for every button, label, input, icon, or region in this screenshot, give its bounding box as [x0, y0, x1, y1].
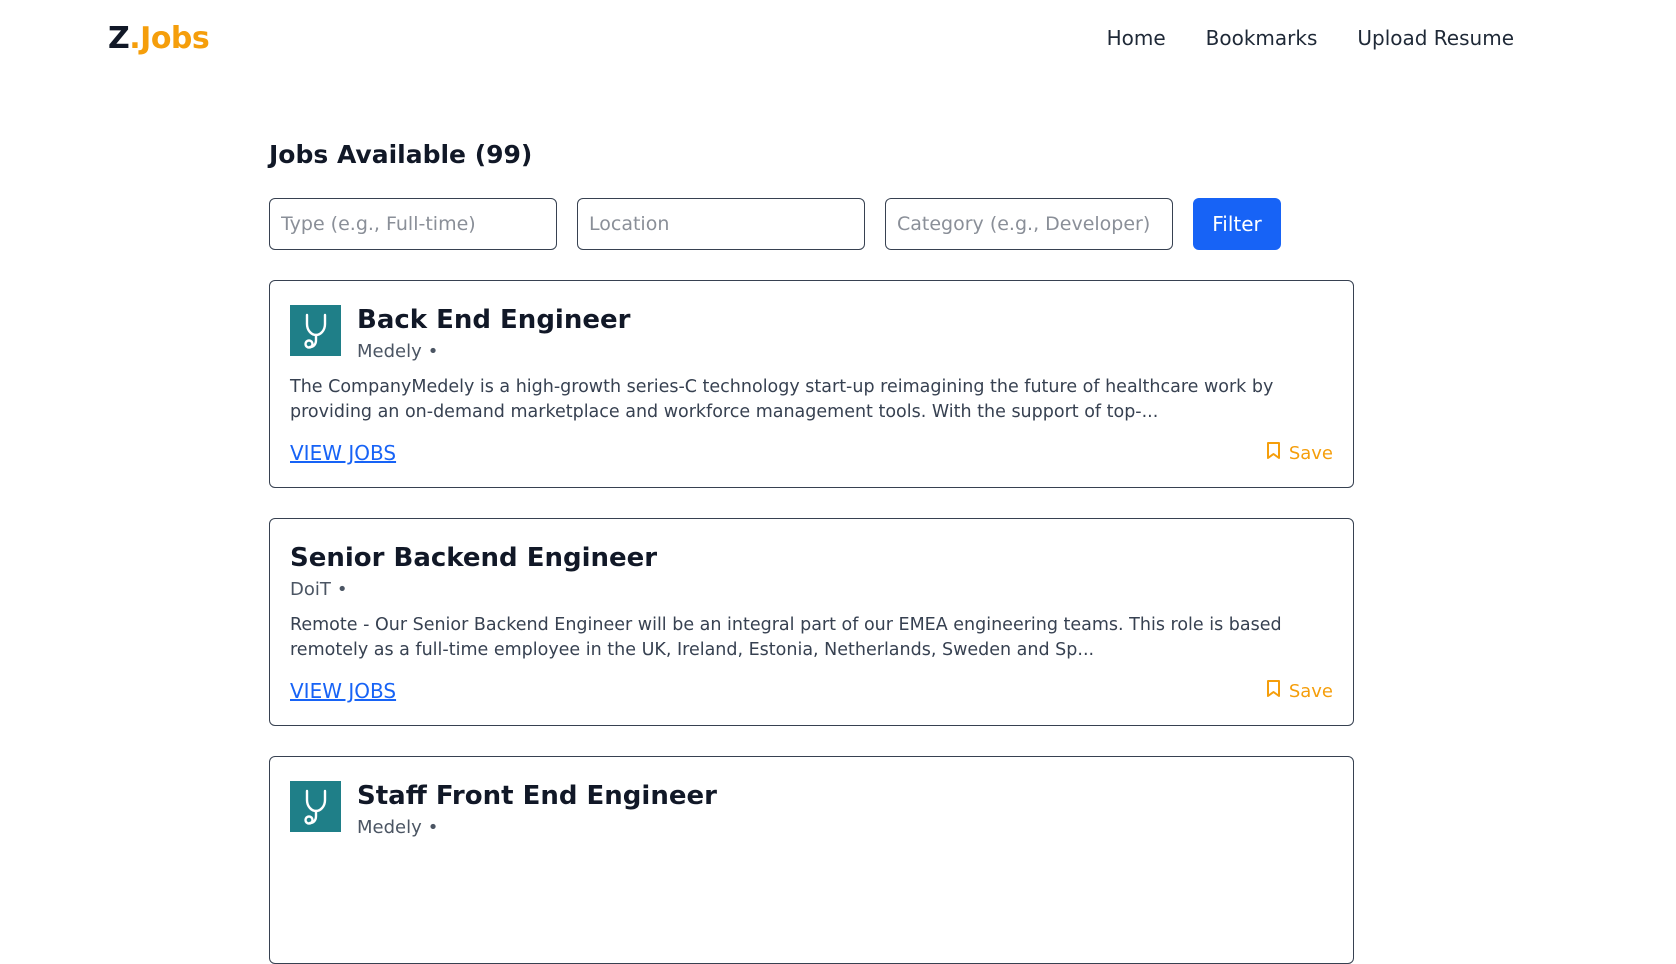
job-title: Staff Front End Engineer: [357, 781, 717, 811]
job-header: Staff Front End Engineer Medely •: [290, 781, 1333, 838]
view-jobs-link[interactable]: VIEW JOBS: [290, 441, 396, 465]
company-line: DoiT •: [290, 579, 657, 600]
separator-dot: •: [336, 579, 348, 600]
top-navbar: Z.Jobs Home Bookmarks Upload Resume: [0, 0, 1676, 78]
location-filter-input[interactable]: [577, 198, 865, 250]
job-card: Senior Backend Engineer DoiT • Remote - O…: [269, 518, 1354, 726]
company-name: Medely: [357, 817, 422, 838]
company-name: DoiT: [290, 579, 331, 600]
job-title: Senior Backend Engineer: [290, 543, 658, 573]
save-button[interactable]: Save: [1266, 679, 1333, 703]
job-list: Back End Engineer Medely • The CompanyMed…: [269, 280, 1354, 964]
job-title-block: Staff Front End Engineer Medely •: [357, 781, 717, 838]
job-description: The CompanyMedely is a high-growth serie…: [290, 377, 1274, 422]
job-title: Back End Engineer: [357, 305, 631, 335]
save-button[interactable]: Save: [1266, 441, 1333, 465]
page-title: Jobs Available (99): [269, 140, 533, 169]
main-content: Jobs Available (99) Filter Back End Engi…: [269, 140, 1354, 964]
bookmark-icon: [1266, 679, 1281, 703]
job-title-block: Senior Backend Engineer DoiT •: [290, 543, 657, 600]
job-footer: VIEW JOBS Save: [290, 679, 1333, 703]
company-line: Medely •: [357, 817, 717, 838]
nav-link-bookmarks[interactable]: Bookmarks: [1206, 26, 1318, 50]
company-line: Medely •: [357, 341, 630, 362]
view-jobs-link[interactable]: VIEW JOBS: [290, 679, 396, 703]
company-name: Medely: [357, 341, 422, 362]
job-card: Back End Engineer Medely • The CompanyMed…: [269, 280, 1354, 488]
job-description: Remote - Our Senior Backend Engineer wil…: [290, 615, 1282, 660]
save-label: Save: [1288, 442, 1333, 464]
separator-dot: •: [427, 817, 439, 838]
nav-link-upload-resume[interactable]: Upload Resume: [1357, 26, 1514, 50]
nav-link-home[interactable]: Home: [1107, 26, 1166, 50]
category-filter-input[interactable]: [885, 198, 1173, 250]
stethoscope-icon: [290, 781, 341, 832]
job-footer: VIEW JOBS Save: [290, 441, 1333, 465]
separator-dot: •: [427, 341, 439, 362]
save-label: Save: [1288, 680, 1333, 702]
stethoscope-icon: [290, 305, 341, 356]
type-filter-input[interactable]: [269, 198, 557, 250]
filter-button[interactable]: Filter: [1193, 198, 1281, 250]
job-header: Back End Engineer Medely •: [290, 305, 1333, 362]
job-header: Senior Backend Engineer DoiT •: [290, 543, 1333, 600]
filter-bar: Filter: [269, 198, 1354, 250]
nav-links: Home Bookmarks Upload Resume: [1107, 26, 1514, 50]
job-title-block: Back End Engineer Medely •: [357, 305, 630, 362]
job-card: Staff Front End Engineer Medely •: [269, 756, 1354, 964]
logo-prefix: Z: [108, 21, 130, 56]
bookmark-icon: [1266, 441, 1281, 465]
logo-suffix: .Jobs: [129, 21, 210, 56]
site-logo[interactable]: Z.Jobs: [108, 21, 210, 56]
